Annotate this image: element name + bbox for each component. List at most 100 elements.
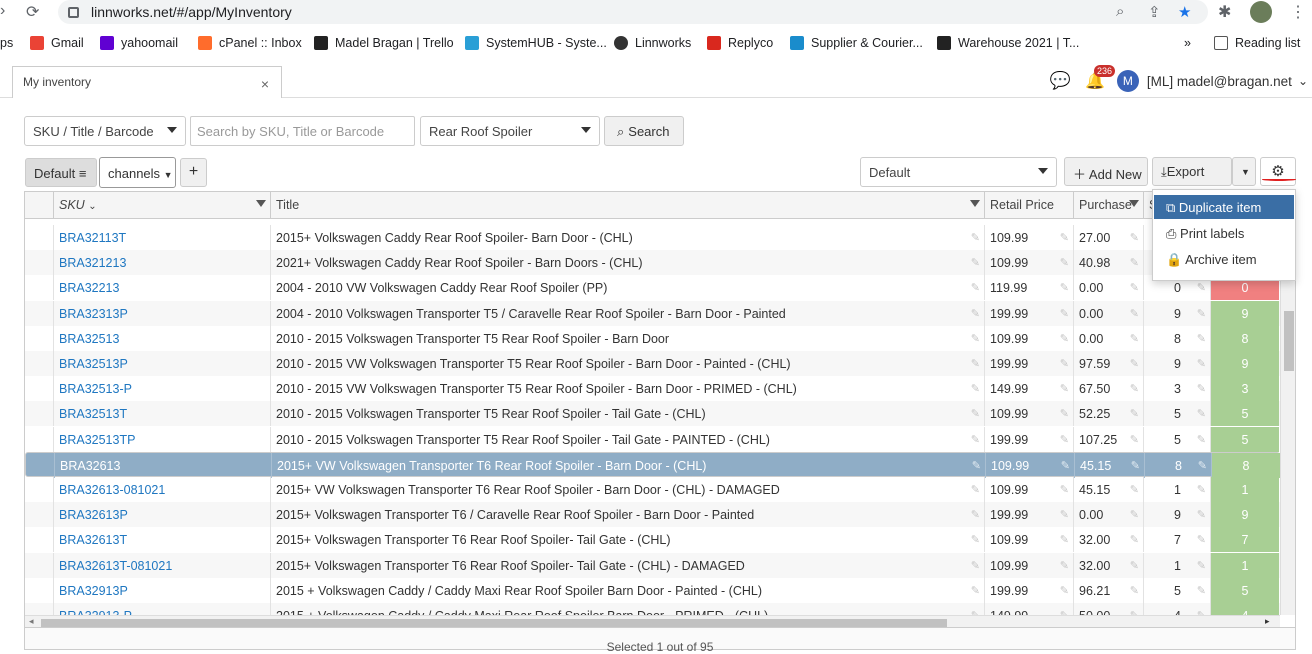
header-title[interactable]: Title xyxy=(271,192,985,219)
edit-icon[interactable]: ✎ xyxy=(1130,256,1139,269)
filter-icon[interactable] xyxy=(1129,200,1139,207)
edit-icon[interactable]: ✎ xyxy=(1197,281,1206,294)
row-select-cell[interactable] xyxy=(25,426,54,452)
title-cell[interactable]: 2015+ Volkswagen Transporter T6 Rear Roo… xyxy=(271,552,985,578)
edit-icon[interactable]: ✎ xyxy=(1130,307,1139,320)
edit-icon[interactable]: ✎ xyxy=(1130,584,1139,597)
row-select-cell[interactable] xyxy=(25,552,54,578)
table-row[interactable]: BRA321213 2021+ Volkswagen Caddy Rear Roo… xyxy=(25,250,1280,276)
edit-icon[interactable]: ✎ xyxy=(1130,533,1139,546)
retail-price-cell[interactable]: 109.99 ✎ xyxy=(985,401,1074,427)
user-name[interactable]: [ML] madel@bragan.net xyxy=(1147,74,1292,89)
row-select-cell[interactable] xyxy=(25,477,54,502)
table-row[interactable]: BRA32113T 2015+ Volkswagen Caddy Rear Roo… xyxy=(25,225,1280,250)
share-icon[interactable]: ⇪ xyxy=(1148,3,1161,21)
stock-level-cell[interactable]: 5 ✎ xyxy=(1144,577,1211,603)
stock-level-cell[interactable]: 7 ✎ xyxy=(1144,527,1211,553)
table-row[interactable]: BRA32513TP 2010 - 2015 Volkswagen Transpo… xyxy=(25,426,1280,452)
close-icon[interactable]: × xyxy=(261,76,269,92)
title-cell[interactable]: 2010 - 2015 Volkswagen Transporter T5 Re… xyxy=(271,401,985,427)
purchase-price-cell[interactable]: 107.25 ✎ xyxy=(1074,426,1144,452)
row-select-cell[interactable] xyxy=(25,325,54,351)
table-row[interactable]: BRA32613T 2015+ Volkswagen Transporter T6… xyxy=(25,527,1280,553)
title-cell[interactable]: 2015+ Volkswagen Transporter T6 Rear Roo… xyxy=(271,527,985,553)
bell-icon[interactable]: 🔔 236 xyxy=(1085,65,1115,91)
table-row[interactable]: BRA32513 2010 - 2015 Volkswagen Transport… xyxy=(25,325,1280,351)
edit-icon[interactable]: ✎ xyxy=(971,433,980,446)
edit-icon[interactable]: ✎ xyxy=(1197,382,1206,395)
retail-price-cell[interactable]: 199.99 ✎ xyxy=(985,426,1074,452)
edit-icon[interactable]: ✎ xyxy=(1060,533,1069,546)
bookmark-item[interactable]: Madel Bragan | Trello xyxy=(314,36,454,50)
stock-level-cell[interactable]: 3 ✎ xyxy=(1144,376,1211,402)
table-row[interactable]: BRA32313P 2004 - 2010 Volkswagen Transpor… xyxy=(25,300,1280,326)
bookmark-item[interactable]: SystemHUB - Syste... xyxy=(465,36,607,50)
filter-icon[interactable] xyxy=(970,200,980,207)
title-cell[interactable]: 2015 + Volkswagen Caddy / Caddy Maxi Rea… xyxy=(271,577,985,603)
header-sku[interactable]: SKU ⌄ xyxy=(54,192,271,219)
address-bar[interactable]: linnworks.net/#/app/MyInventory ⌕ ⇪ ★ xyxy=(58,0,1208,24)
stock-level-cell[interactable]: 8 ✎ xyxy=(1144,325,1211,351)
purchase-price-cell[interactable]: 0.00 ✎ xyxy=(1074,275,1144,301)
edit-icon[interactable]: ✎ xyxy=(1130,357,1139,370)
edit-icon[interactable]: ✎ xyxy=(1130,231,1139,244)
purchase-price-cell[interactable]: 45.15 ✎ xyxy=(1075,452,1145,478)
header-retail-price[interactable]: Retail Price xyxy=(985,192,1074,219)
filter-icon[interactable] xyxy=(256,200,266,207)
edit-icon[interactable]: ✎ xyxy=(1061,459,1070,472)
edit-icon[interactable]: ✎ xyxy=(1198,459,1207,472)
edit-icon[interactable]: ✎ xyxy=(1060,407,1069,420)
user-avatar[interactable]: M xyxy=(1116,70,1139,92)
edit-icon[interactable]: ✎ xyxy=(971,533,980,546)
search-type-select[interactable]: SKU / Title / Barcode xyxy=(24,116,186,146)
retail-price-cell[interactable]: 149.99✎ xyxy=(985,376,1074,402)
stock-level-cell[interactable]: 9 ✎ xyxy=(1144,300,1211,326)
table-row[interactable]: BRA32513-P 2010 - 2015 VW Volkswagen Tran… xyxy=(25,376,1280,402)
menu-print-labels[interactable]: ⎙ Print labels xyxy=(1154,221,1294,245)
purchase-price-cell[interactable]: 40.98 ✎ xyxy=(1074,250,1144,276)
edit-icon[interactable]: ✎ xyxy=(971,332,980,345)
forward-arrow-icon[interactable]: › xyxy=(0,2,5,20)
tab-my-inventory[interactable]: My inventory × xyxy=(12,66,282,98)
purchase-price-cell[interactable]: 0.00 ✎ xyxy=(1074,325,1144,351)
row-select-cell[interactable] xyxy=(25,225,54,250)
edit-icon[interactable]: ✎ xyxy=(1197,508,1206,521)
reload-icon[interactable]: ⟳ xyxy=(26,2,39,22)
edit-icon[interactable]: ✎ xyxy=(1130,407,1139,420)
sku-link[interactable]: BRA32313P xyxy=(54,300,271,326)
edit-icon[interactable]: ✎ xyxy=(1060,584,1069,597)
sku-link[interactable]: BRA32613-081021 xyxy=(54,477,271,502)
horizontal-scroll-thumb[interactable] xyxy=(41,619,947,627)
row-select-cell[interactable] xyxy=(25,502,54,528)
retail-price-cell[interactable]: 109.99 ✎ xyxy=(985,250,1074,276)
edit-icon[interactable]: ✎ xyxy=(971,357,980,370)
bookmark-item[interactable]: Gmail xyxy=(30,36,84,50)
settings-button[interactable]: ⚙ xyxy=(1260,157,1296,186)
stock-level-cell[interactable]: 5 ✎ xyxy=(1144,426,1211,452)
row-select-cell[interactable] xyxy=(25,401,54,427)
retail-price-cell[interactable]: 109.99 ✎ xyxy=(985,225,1074,250)
bookmark-item[interactable]: Warehouse 2021 | T... xyxy=(937,36,1079,50)
retail-price-cell[interactable]: 109.99 ✎ xyxy=(985,477,1074,502)
header-purchase[interactable]: Purchase xyxy=(1074,192,1144,219)
profile-avatar[interactable] xyxy=(1250,1,1272,23)
edit-icon[interactable]: ✎ xyxy=(1060,231,1069,244)
title-cell[interactable]: 2015+ Volkswagen Transporter T6 / Carave… xyxy=(271,502,985,528)
row-select-cell[interactable] xyxy=(25,300,54,326)
edit-icon[interactable]: ✎ xyxy=(1060,508,1069,521)
purchase-price-cell[interactable]: 97.59 ✎ xyxy=(1074,351,1144,376)
retail-price-cell[interactable]: 109.99 ✎ xyxy=(985,527,1074,553)
edit-icon[interactable]: ✎ xyxy=(971,584,980,597)
purchase-price-cell[interactable]: 67.50 ✎ xyxy=(1074,376,1144,402)
edit-icon[interactable]: ✎ xyxy=(1060,281,1069,294)
title-cell[interactable]: 2010 - 2015 VW Volkswagen Transporter T5… xyxy=(271,376,985,402)
edit-icon[interactable]: ✎ xyxy=(971,407,980,420)
edit-icon[interactable]: ✎ xyxy=(972,459,981,472)
edit-icon[interactable]: ✎ xyxy=(971,382,980,395)
edit-icon[interactable]: ✎ xyxy=(1197,483,1206,496)
row-select-cell[interactable] xyxy=(25,577,54,603)
url-text[interactable]: linnworks.net/#/app/MyInventory xyxy=(91,4,292,20)
sku-link[interactable]: BRA32613P xyxy=(54,502,271,528)
title-cell[interactable]: 2015+ Volkswagen Caddy Rear Roof Spoiler… xyxy=(271,225,985,250)
view-select[interactable]: Default xyxy=(860,157,1057,187)
